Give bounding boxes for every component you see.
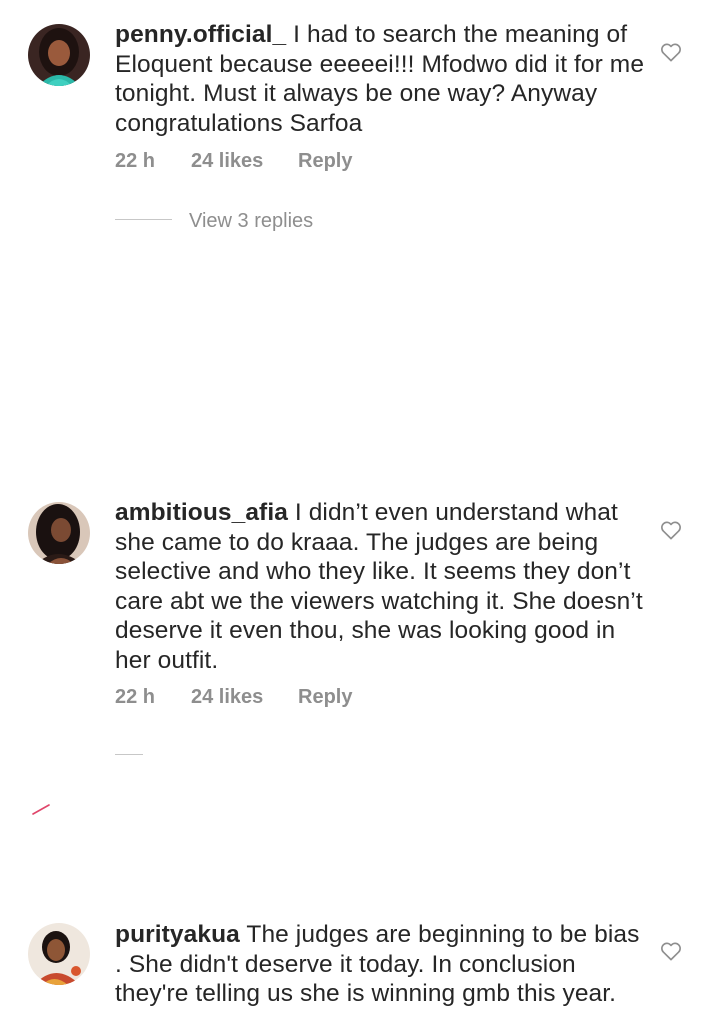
heart-outline-icon[interactable]	[660, 520, 682, 540]
avatar[interactable]	[28, 502, 90, 564]
comment-meta: 22 h 24 likes Reply	[115, 686, 352, 709]
comment-body: ambitious_afia I didn’t even understand …	[115, 498, 650, 675]
comment-username[interactable]: ambitious_afia	[115, 499, 288, 526]
avatar[interactable]	[28, 923, 90, 985]
comment-username[interactable]: penny.official_	[115, 21, 286, 48]
replies-divider	[115, 754, 143, 755]
heart-outline-icon[interactable]	[660, 42, 682, 62]
avatar-photo	[28, 923, 90, 985]
avatar-photo	[28, 502, 90, 564]
reply-button[interactable]: Reply	[298, 150, 352, 173]
heart-outline-icon[interactable]	[660, 941, 682, 961]
view-replies-label[interactable]: View 3 replies	[189, 210, 313, 232]
avatar[interactable]	[28, 24, 90, 86]
view-replies-button[interactable]: View 3 replies	[115, 210, 313, 233]
comment-body: purityakua The judges are beginning to b…	[115, 920, 650, 1009]
replies-divider	[115, 219, 172, 221]
comment-likes[interactable]: 24 likes	[191, 686, 298, 709]
reply-button[interactable]: Reply	[298, 686, 352, 709]
decorative-mark	[32, 804, 50, 815]
comment-time: 22 h	[115, 686, 156, 708]
comment-body: penny.official_ I had to search the mean…	[115, 20, 650, 138]
avatar-photo	[28, 24, 90, 86]
comment-likes[interactable]: 24 likes	[191, 150, 298, 173]
comment-username[interactable]: purityakua	[115, 921, 240, 948]
comment-meta: 22 h 24 likes Reply	[115, 150, 352, 173]
comment-time: 22 h	[115, 150, 156, 172]
